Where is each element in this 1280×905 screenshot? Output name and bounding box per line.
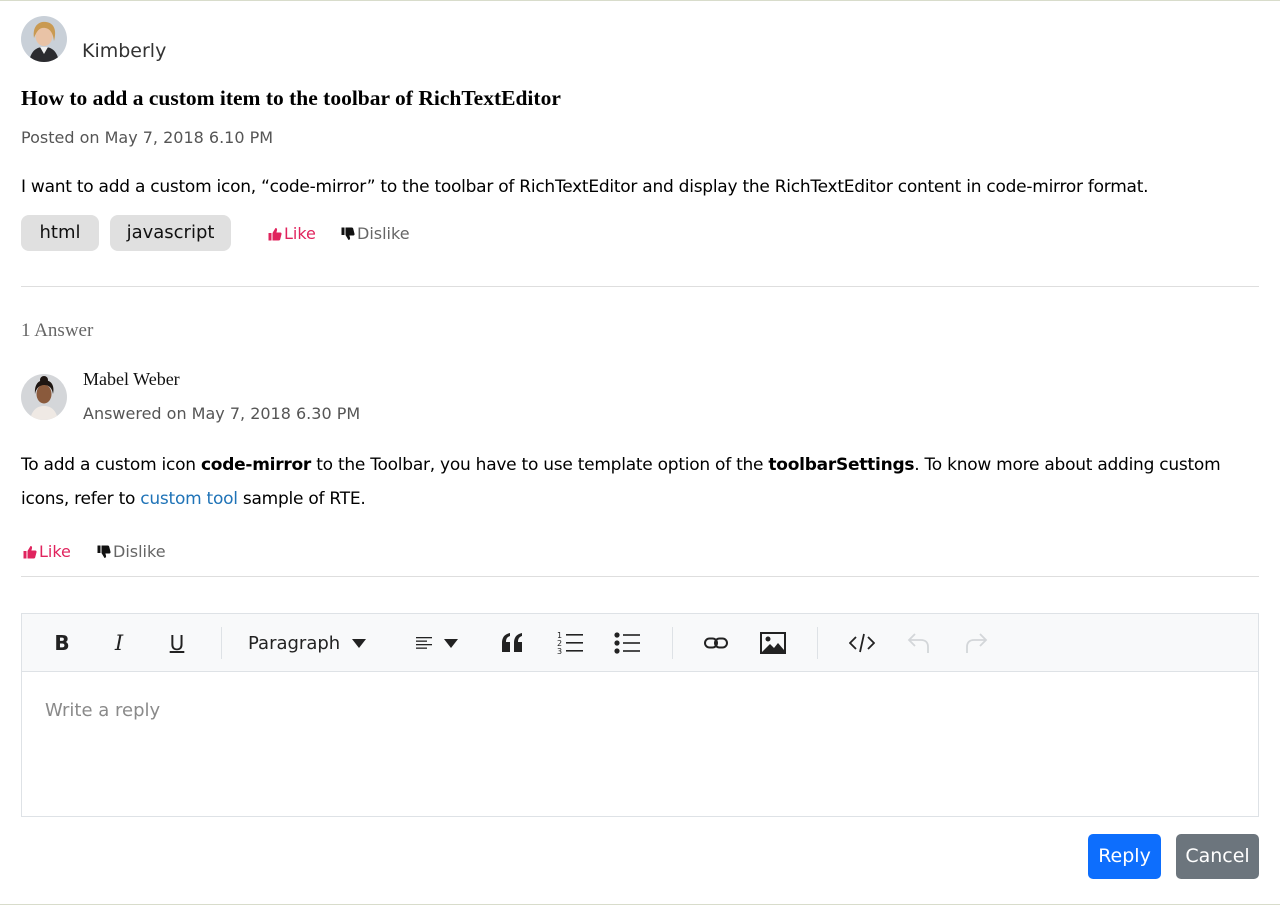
question-like-button[interactable]: Like bbox=[268, 224, 316, 243]
underline-button[interactable]: U bbox=[157, 614, 197, 672]
link-icon bbox=[704, 637, 728, 649]
reply-content-area[interactable]: Write a reply bbox=[45, 700, 160, 721]
bold-button[interactable]: B bbox=[42, 614, 82, 672]
answer-dislike-label: Dislike bbox=[113, 542, 166, 561]
divider bbox=[21, 286, 1259, 287]
blockquote-button[interactable] bbox=[492, 614, 532, 672]
format-label: Paragraph bbox=[248, 632, 341, 654]
insert-image-button[interactable] bbox=[753, 614, 793, 672]
question-author-avatar bbox=[21, 16, 67, 62]
toolbar-separator bbox=[817, 627, 818, 659]
question-author: Kimberly bbox=[82, 40, 167, 62]
thumbs-down-icon bbox=[341, 227, 355, 240]
svg-text:3: 3 bbox=[557, 647, 562, 655]
reply-editor: B I U Paragraph 123 Write a reply bbox=[21, 613, 1259, 817]
align-icon bbox=[416, 637, 432, 649]
answer-author-avatar bbox=[21, 374, 67, 420]
undo-button[interactable] bbox=[899, 614, 939, 672]
italic-button[interactable]: I bbox=[99, 614, 139, 672]
thumbs-up-icon bbox=[268, 227, 282, 240]
question-dislike-button[interactable]: Dislike bbox=[341, 224, 410, 243]
question-title: How to add a custom item to the toolbar … bbox=[21, 86, 561, 110]
italic-icon: I bbox=[114, 631, 124, 655]
bold-icon: B bbox=[54, 631, 70, 655]
reply-button[interactable]: Reply bbox=[1088, 834, 1161, 879]
answer-text: sample of RTE. bbox=[237, 489, 366, 509]
unordered-list-button[interactable] bbox=[607, 614, 647, 672]
question-posted-date: Posted on May 7, 2018 6.10 PM bbox=[21, 128, 274, 147]
answer-author: Mabel Weber bbox=[83, 369, 180, 389]
chevron-down-icon bbox=[352, 638, 367, 648]
question-dislike-label: Dislike bbox=[357, 224, 410, 243]
thumbs-down-icon bbox=[97, 545, 111, 558]
answer-text: To add a custom icon bbox=[21, 455, 201, 475]
undo-icon bbox=[907, 633, 929, 653]
answers-count: 1 Answer bbox=[21, 320, 94, 341]
answer-dislike-button[interactable]: Dislike bbox=[97, 542, 166, 561]
source-code-button[interactable] bbox=[842, 614, 882, 672]
redo-icon bbox=[966, 633, 988, 653]
unordered-list-icon bbox=[614, 632, 640, 654]
image-icon bbox=[760, 632, 786, 654]
answer-code-term: code-mirror bbox=[200, 455, 312, 475]
custom-tool-link[interactable]: custom tool bbox=[140, 489, 238, 509]
toolbar-separator bbox=[672, 627, 673, 659]
answer-date: Answered on May 7, 2018 6.30 PM bbox=[83, 404, 361, 423]
alignment-dropdown[interactable] bbox=[412, 614, 462, 672]
redo-button[interactable] bbox=[956, 614, 996, 672]
ordered-list-icon: 123 bbox=[557, 631, 583, 655]
question-body: I want to add a custom icon, “code-mirro… bbox=[21, 177, 1149, 197]
chevron-down-icon bbox=[444, 638, 458, 648]
tag-javascript[interactable]: javascript bbox=[110, 215, 231, 251]
answer-code-term: toolbarSettings bbox=[768, 455, 915, 475]
cancel-button[interactable]: Cancel bbox=[1176, 834, 1259, 879]
answer-text: to the Toolbar, you have to use template… bbox=[311, 455, 769, 475]
code-icon bbox=[849, 633, 875, 653]
answer-like-button[interactable]: Like bbox=[23, 542, 71, 561]
ordered-list-button[interactable]: 123 bbox=[550, 614, 590, 672]
insert-link-button[interactable] bbox=[696, 614, 736, 672]
toolbar-separator bbox=[221, 627, 222, 659]
divider bbox=[21, 576, 1259, 577]
quote-icon bbox=[502, 633, 522, 652]
format-dropdown[interactable]: Paragraph bbox=[248, 614, 380, 672]
editor-toolbar: B I U Paragraph 123 bbox=[22, 614, 1258, 672]
question-like-label: Like bbox=[284, 224, 316, 243]
underline-icon: U bbox=[169, 631, 185, 655]
answer-body: To add a custom icon code-mirror to the … bbox=[21, 448, 1266, 516]
tag-html[interactable]: html bbox=[21, 215, 99, 251]
answer-like-label: Like bbox=[39, 542, 71, 561]
thumbs-up-icon bbox=[23, 545, 37, 558]
